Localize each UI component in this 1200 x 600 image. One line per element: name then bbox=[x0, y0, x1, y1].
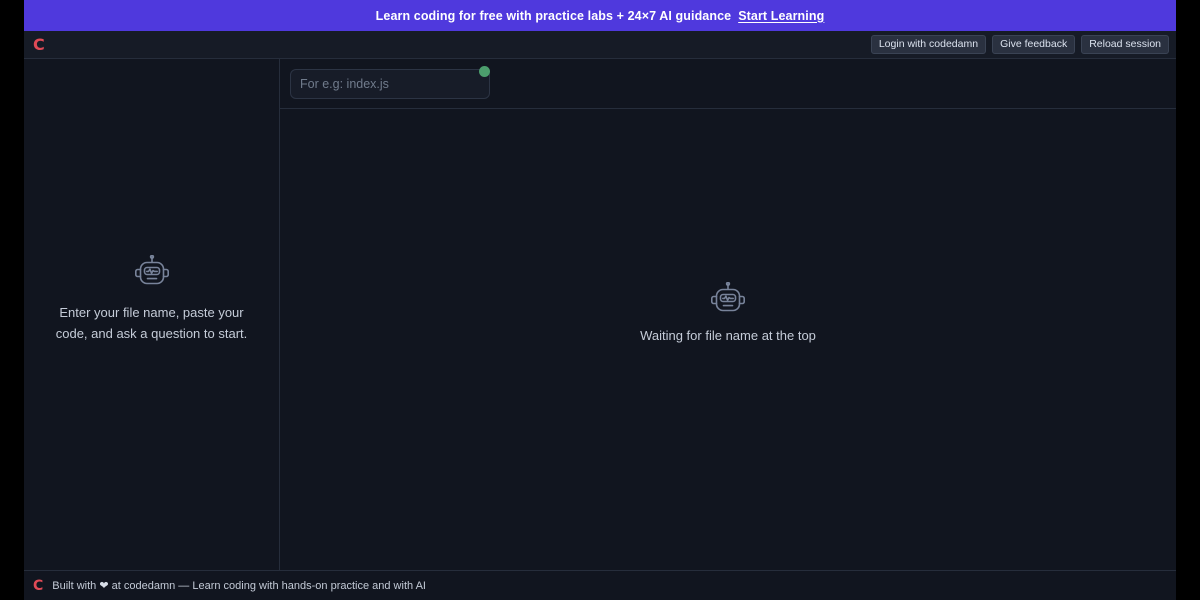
robot-icon bbox=[134, 255, 170, 289]
editor-body: Waiting for file name at the top bbox=[280, 109, 1176, 570]
robot-icon bbox=[710, 281, 746, 316]
filename-bar bbox=[280, 59, 1176, 109]
workspace: Enter your file name, paste your code, a… bbox=[24, 59, 1176, 570]
editor-empty-message: Waiting for file name at the top bbox=[640, 327, 816, 343]
footer-text-after: at codedamn — Learn coding with hands-on… bbox=[111, 580, 426, 592]
editor-panel: Waiting for file name at the top bbox=[280, 59, 1176, 570]
login-button[interactable]: Login with codedamn bbox=[870, 34, 987, 55]
footer-text: Built with ❤ at codedamn — Learn coding … bbox=[52, 579, 426, 592]
chat-panel: Enter your file name, paste your code, a… bbox=[24, 59, 280, 570]
reload-session-button[interactable]: Reload session bbox=[1081, 34, 1169, 55]
codedamn-logo-icon[interactable]: C bbox=[33, 36, 45, 53]
footer-text-before: Built with bbox=[52, 580, 97, 592]
chat-empty-message: Enter your file name, paste your code, a… bbox=[55, 305, 248, 341]
connection-status-dot bbox=[479, 66, 490, 77]
promo-banner-text: Learn coding for free with practice labs… bbox=[375, 8, 732, 23]
app-root: Learn coding for free with practice labs… bbox=[0, 0, 1200, 600]
browser-viewport: Learn coding for free with practice labs… bbox=[24, 0, 1176, 600]
filename-input[interactable] bbox=[290, 68, 490, 99]
codedamn-footer-logo-icon: C bbox=[33, 577, 44, 594]
editor-empty-state: Waiting for file name at the top bbox=[640, 281, 816, 343]
heart-icon: ❤ bbox=[99, 580, 109, 592]
start-learning-link[interactable]: Start Learning bbox=[738, 9, 824, 23]
app-footer: C Built with ❤ at codedamn — Learn codin… bbox=[24, 570, 1176, 600]
header-actions: Login with codedamn Give feedback Reload… bbox=[870, 34, 1169, 55]
feedback-button[interactable]: Give feedback bbox=[992, 34, 1076, 55]
app-header: C Login with codedamn Give feedback Relo… bbox=[24, 31, 1176, 59]
chat-empty-state: Enter your file name, paste your code, a… bbox=[33, 255, 271, 343]
promo-banner: Learn coding for free with practice labs… bbox=[24, 0, 1176, 31]
